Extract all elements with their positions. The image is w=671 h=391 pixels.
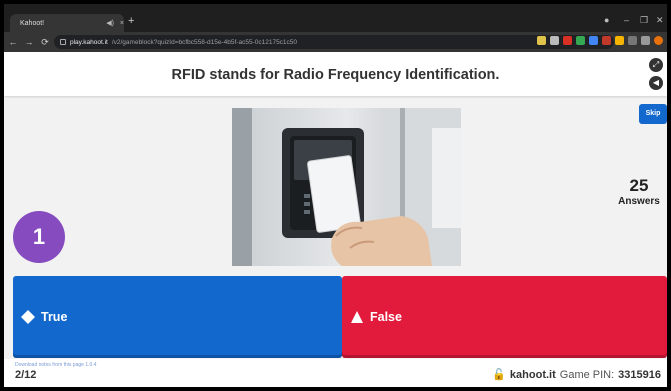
minimize-icon[interactable]: –	[624, 15, 629, 25]
tab-title: Kahoot!	[20, 19, 45, 27]
question-number: 1	[13, 211, 65, 263]
tab-close-icon[interactable]: ×	[120, 20, 124, 27]
game-pin-area: 🔓 kahoot.it Game PIN: 3315916	[492, 368, 661, 382]
pin-label: Game PIN:	[559, 368, 615, 381]
expand-icon[interactable]: ⤢	[649, 58, 663, 72]
maximize-icon[interactable]: ❐	[640, 15, 648, 25]
download-notes-link[interactable]: Download notes from this page 1.0.4	[15, 362, 96, 368]
lock-icon	[60, 39, 66, 45]
extensions-bar	[537, 36, 663, 45]
puzzle-icon[interactable]	[641, 36, 650, 45]
url-path: /v2/gameblock?quizId=bcfbc558-d15e-4b5f-…	[111, 38, 298, 46]
question-header: RFID stands for Radio Frequency Identifi…	[4, 52, 667, 96]
close-window-icon[interactable]: ✕	[656, 15, 664, 25]
address-bar-row: ← → ⟳ play.kahoot.it/v2/gameblock?quizId…	[4, 32, 667, 52]
extension-icon[interactable]	[628, 36, 637, 45]
pin-value: 3315916	[618, 368, 661, 381]
question-image	[232, 108, 461, 266]
back-icon[interactable]: ←	[6, 37, 20, 47]
url-field[interactable]: play.kahoot.it/v2/gameblock?quizId=bcfbc…	[54, 35, 614, 49]
tab-bar: Kahoot! ◀) × + ● – ❐ ✕	[4, 4, 667, 32]
answer-false-label: False	[370, 310, 402, 324]
answers-label: Answers	[618, 196, 660, 207]
answer-true[interactable]: True	[13, 276, 342, 358]
extension-icon[interactable]	[563, 36, 572, 45]
rfid-reader-illustration	[232, 108, 461, 266]
answer-true-label: True	[41, 310, 68, 324]
skip-button[interactable]: Skip	[639, 104, 667, 124]
star-icon[interactable]	[537, 36, 546, 45]
extension-icon[interactable]	[550, 36, 559, 45]
speaker-icon[interactable]: ◀	[649, 76, 663, 90]
new-tab-button[interactable]: +	[128, 16, 134, 27]
question-progress: 2/12	[15, 369, 37, 381]
question-text: RFID stands for Radio Frequency Identifi…	[171, 67, 500, 83]
reload-icon[interactable]: ⟳	[38, 37, 52, 48]
extension-icon[interactable]	[615, 36, 624, 45]
tab-speaker-icon[interactable]: ◀)	[106, 19, 114, 27]
avatar[interactable]	[654, 36, 663, 45]
browser-window: Kahoot! ◀) × + ● – ❐ ✕ ← → ⟳ play.kahoot…	[4, 4, 667, 387]
extension-icon[interactable]	[589, 36, 598, 45]
brand-link: kahoot.it	[509, 368, 556, 381]
lock-icon[interactable]: 🔓	[492, 368, 506, 381]
url-host: play.kahoot.it	[70, 38, 108, 46]
diamond-icon	[21, 310, 35, 324]
answers-count: 25	[629, 176, 649, 195]
answers-counter: 25 Answers	[614, 176, 664, 207]
profile-icon[interactable]: ●	[604, 15, 609, 25]
kahoot-page: RFID stands for Radio Frequency Identifi…	[4, 52, 667, 387]
forward-icon[interactable]: →	[22, 37, 36, 47]
answer-false[interactable]: False	[342, 276, 667, 358]
footer-bar: Download notes from this page 1.0.4 2/12…	[4, 359, 667, 387]
triangle-icon	[351, 311, 363, 323]
extension-icon[interactable]	[602, 36, 611, 45]
browser-tab[interactable]: Kahoot! ◀) ×	[10, 14, 124, 32]
extension-icon[interactable]	[576, 36, 585, 45]
